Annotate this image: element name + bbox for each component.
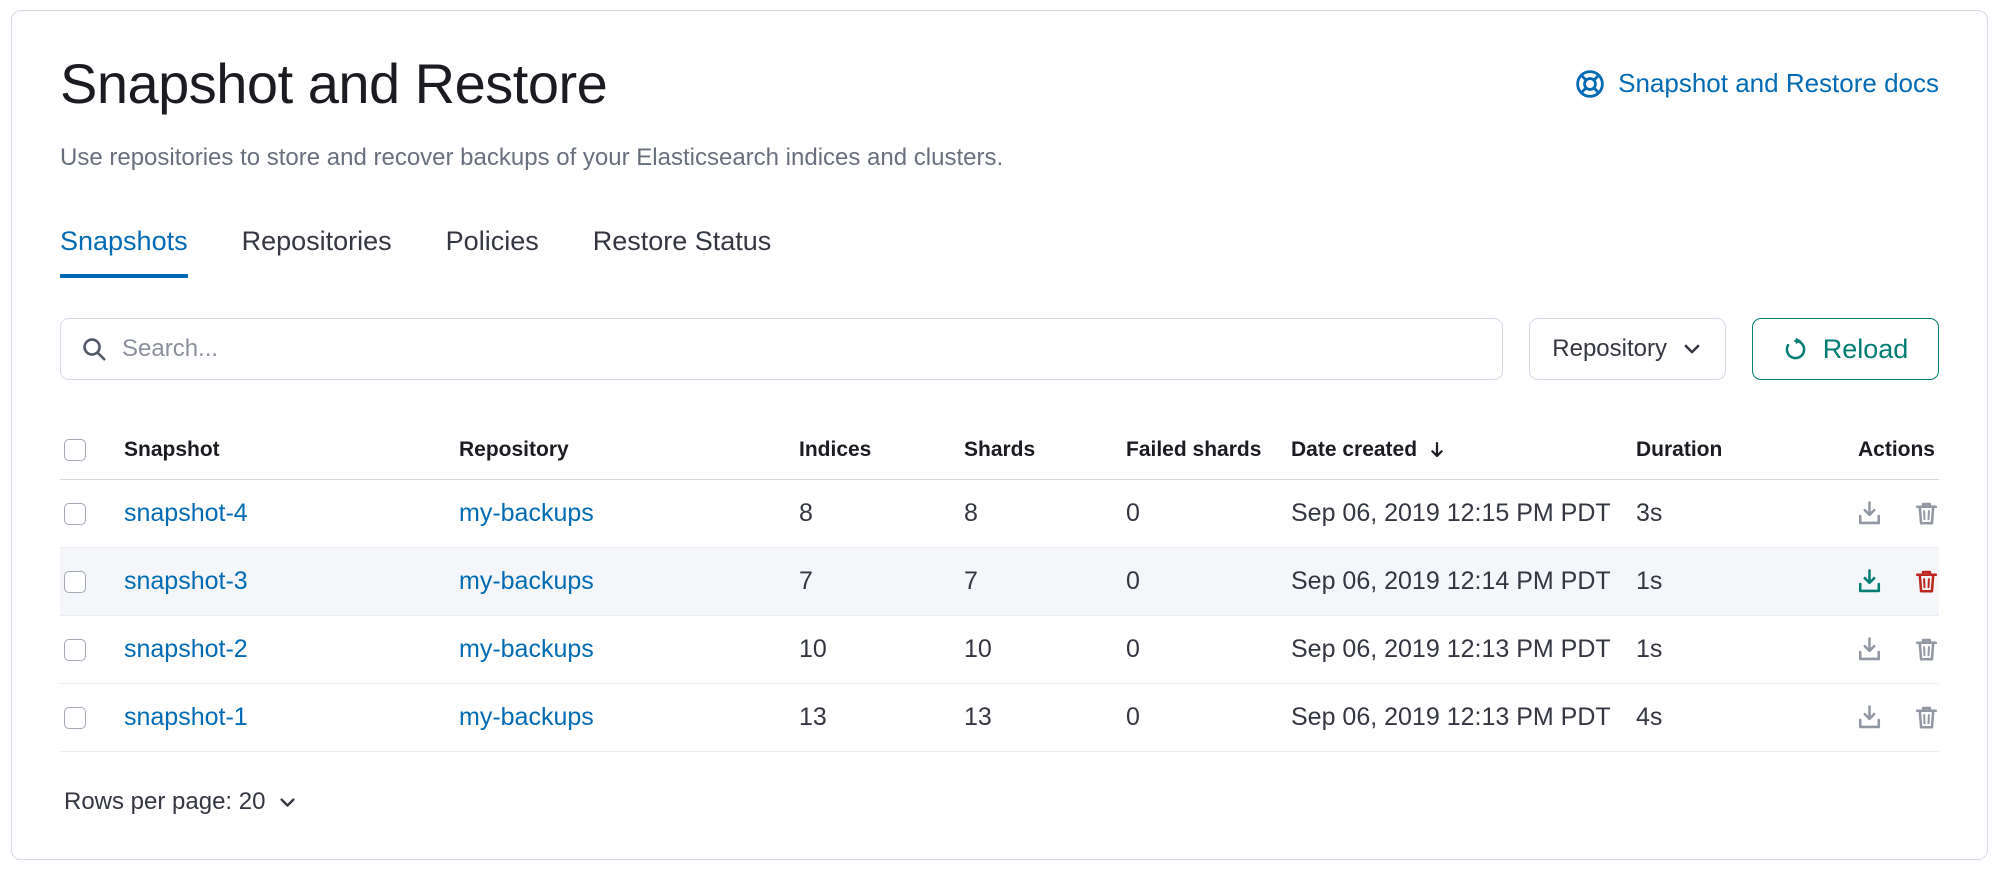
table-row: snapshot-1 my-backups 13 13 0 Sep 06, 20… <box>60 684 1939 752</box>
docs-link[interactable]: Snapshot and Restore docs <box>1575 68 1939 99</box>
rows-per-page-button[interactable]: Rows per page: 20 <box>60 780 302 824</box>
restore-download-icon[interactable] <box>1856 704 1883 731</box>
toolbar: Repository Reload <box>60 318 1939 380</box>
column-header-snapshot[interactable]: Snapshot <box>124 438 459 462</box>
shards-cell: 10 <box>964 635 1126 664</box>
column-header-failed-shards[interactable]: Failed shards <box>1126 438 1291 462</box>
delete-trash-icon[interactable] <box>1913 568 1940 595</box>
date-created-cell: Sep 06, 2019 12:15 PM PDT <box>1291 499 1636 528</box>
column-header-repository[interactable]: Repository <box>459 438 799 462</box>
delete-trash-icon[interactable] <box>1913 704 1940 731</box>
date-created-cell: Sep 06, 2019 12:13 PM PDT <box>1291 703 1636 732</box>
shards-cell: 8 <box>964 499 1126 528</box>
restore-download-icon[interactable] <box>1856 500 1883 527</box>
repository-link[interactable]: my-backups <box>459 703 594 731</box>
rows-per-page-label: Rows per page: 20 <box>64 788 265 816</box>
tab-policies[interactable]: Policies <box>446 226 539 278</box>
table-row: snapshot-4 my-backups 8 8 0 Sep 06, 2019… <box>60 480 1939 548</box>
repository-link[interactable]: my-backups <box>459 635 594 663</box>
delete-trash-icon[interactable] <box>1913 636 1940 663</box>
indices-cell: 8 <box>799 499 964 528</box>
column-header-date-created[interactable]: Date created <box>1291 438 1636 462</box>
repository-filter-label: Repository <box>1552 335 1667 363</box>
tab-restore-status[interactable]: Restore Status <box>593 226 772 278</box>
reload-button-label: Reload <box>1823 334 1909 365</box>
tab-repositories[interactable]: Repositories <box>242 226 392 278</box>
reload-button[interactable]: Reload <box>1752 318 1939 380</box>
sort-arrow-down-icon <box>1426 439 1448 461</box>
refresh-icon <box>1783 337 1808 362</box>
column-header-duration[interactable]: Duration <box>1636 438 1856 462</box>
row-checkbox[interactable] <box>64 571 86 593</box>
snapshot-link[interactable]: snapshot-1 <box>124 703 248 731</box>
column-header-shards[interactable]: Shards <box>964 438 1126 462</box>
indices-cell: 7 <box>799 567 964 596</box>
shards-cell: 7 <box>964 567 1126 596</box>
tab-bar: Snapshots Repositories Policies Restore … <box>60 226 1939 278</box>
help-icon <box>1575 69 1605 99</box>
date-created-header-label: Date created <box>1291 438 1417 462</box>
restore-download-icon[interactable] <box>1856 568 1883 595</box>
shards-cell: 13 <box>964 703 1126 732</box>
page-title: Snapshot and Restore <box>60 53 607 115</box>
row-checkbox[interactable] <box>64 503 86 525</box>
docs-link-label: Snapshot and Restore docs <box>1618 68 1939 99</box>
repository-link[interactable]: my-backups <box>459 567 594 595</box>
duration-cell: 1s <box>1636 635 1856 664</box>
failed-shards-cell: 0 <box>1126 635 1291 664</box>
table-header-row: Snapshot Repository Indices Shards Faile… <box>60 420 1939 480</box>
duration-cell: 1s <box>1636 567 1856 596</box>
snapshots-table: Snapshot Repository Indices Shards Faile… <box>60 420 1939 752</box>
snapshot-link[interactable]: snapshot-2 <box>124 635 248 663</box>
column-header-indices[interactable]: Indices <box>799 438 964 462</box>
restore-download-icon[interactable] <box>1856 636 1883 663</box>
page-header: Snapshot and Restore Snapshot and Restor… <box>60 53 1939 115</box>
indices-cell: 10 <box>799 635 964 664</box>
date-created-cell: Sep 06, 2019 12:14 PM PDT <box>1291 567 1636 596</box>
search-input[interactable] <box>122 335 1482 363</box>
page-description: Use repositories to store and recover ba… <box>60 141 1939 175</box>
failed-shards-cell: 0 <box>1126 499 1291 528</box>
search-icon <box>81 336 107 362</box>
table-pagination: Rows per page: 20 <box>60 780 1939 824</box>
snapshot-restore-panel: Snapshot and Restore Snapshot and Restor… <box>11 10 1988 860</box>
chevron-down-icon <box>277 792 298 813</box>
table-row: snapshot-2 my-backups 10 10 0 Sep 06, 20… <box>60 616 1939 684</box>
select-all-checkbox[interactable] <box>64 439 86 461</box>
repository-filter-button[interactable]: Repository <box>1529 318 1726 380</box>
chevron-down-icon <box>1681 338 1703 360</box>
snapshot-link[interactable]: snapshot-3 <box>124 567 248 595</box>
failed-shards-cell: 0 <box>1126 567 1291 596</box>
tab-snapshots[interactable]: Snapshots <box>60 226 188 278</box>
indices-cell: 13 <box>799 703 964 732</box>
failed-shards-cell: 0 <box>1126 703 1291 732</box>
snapshot-link[interactable]: snapshot-4 <box>124 499 248 527</box>
delete-trash-icon[interactable] <box>1913 500 1940 527</box>
row-checkbox[interactable] <box>64 707 86 729</box>
column-header-actions: Actions <box>1858 438 1939 462</box>
table-row: snapshot-3 my-backups 7 7 0 Sep 06, 2019… <box>60 548 1939 616</box>
search-box <box>60 318 1503 380</box>
row-checkbox[interactable] <box>64 639 86 661</box>
date-created-cell: Sep 06, 2019 12:13 PM PDT <box>1291 635 1636 664</box>
repository-link[interactable]: my-backups <box>459 499 594 527</box>
duration-cell: 4s <box>1636 703 1856 732</box>
duration-cell: 3s <box>1636 499 1856 528</box>
